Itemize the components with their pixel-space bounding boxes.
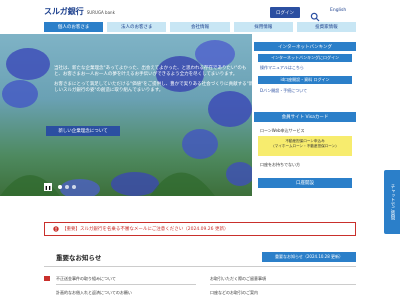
loan-line-2: (マイホームローン・不動産担保ローン) [273,144,337,148]
pause-icon[interactable]: ❚❚ [44,183,52,191]
loan-apply-button[interactable]: 不動産担保ローン申込み (マイホームローン・不動産担保ローン) [258,136,352,156]
news-item[interactable]: 不正送金事件の取り組みについて [56,276,116,282]
ib-header: インターネットバンキング [254,42,356,51]
hero-paragraph-1: 当社は、新たな企業理念"あってよかった、出会えてよかった、と思われる存在でありた… [54,66,247,77]
docs-link[interactable]: Dバン開設・手続について [260,88,307,94]
news-item[interactable]: 口座などのお取引のご案内 [210,290,258,296]
member-site-button[interactable]: 会員サイト Visaカード [254,112,356,122]
news-all-button[interactable]: 重要なお知らせ（2024.10.28 更新） [262,252,356,262]
tab-company[interactable]: 会社情報 [170,22,230,32]
search-icon[interactable] [310,7,320,22]
divider [210,284,356,285]
slide-dot[interactable] [58,185,62,189]
news-marker [44,276,50,281]
alert-text: 【重要】スルガ銀行を名乗る不審なメールにご注意ください（2024.09.26 更… [62,227,229,232]
id-login-button[interactable]: id口座開設・資料 ログイン [258,76,352,84]
news-item[interactable]: お取引いただく際のご留意事項 [210,276,266,282]
tab-personal[interactable]: 個人のお客さま [44,22,104,32]
chat-button[interactable]: チャットでご質問 [384,170,400,234]
news-title: 重要なお知らせ [56,254,102,262]
account-title: 口座をお持ちでない方 [260,162,300,167]
account-open-button[interactable]: 口座開設 [258,178,352,188]
hero-paragraph-2: お客さまにとって満足していただける"価値"をご提供し、豊かで実りある社会づくりに… [54,82,254,93]
news-item[interactable]: 計画的なお借入れと返済についてのお願い [56,290,132,296]
warning-icon [53,226,59,232]
tab-investor[interactable]: 投資家情報 [296,22,357,32]
philosophy-button[interactable]: 新しい企業理念について [46,126,120,136]
slide-dot[interactable] [65,185,69,189]
tab-corporate[interactable]: 法人のお客さま [107,22,167,32]
main-nav: 個人のお客さま 法人のお客さま 会社情報 採用情報 投資家情報 [44,22,357,32]
logo-en: SURUGA bank [86,10,115,15]
tab-recruit[interactable]: 採用情報 [233,22,293,32]
flower-illustration [0,40,252,196]
loan-title: ローンWeb申込サービス [260,128,305,133]
ib-login-button[interactable]: インターネットバンキングにログイン [258,54,352,62]
divider [44,266,356,267]
logo[interactable]: スルガ銀行 SURUGA bank [44,6,115,17]
login-panel: インターネットバンキング インターネットバンキングにログイン 操作マニュアルはこ… [254,42,356,196]
login-button[interactable]: ログイン [270,7,300,18]
slide-dot[interactable] [72,185,76,189]
hero-image [0,34,252,196]
manual-link[interactable]: 操作マニュアルはこちら [260,65,304,71]
alert-banner[interactable]: 【重要】スルガ銀行を名乗る不審なメールにご注意ください（2024.09.26 更… [44,222,356,236]
divider [56,284,196,285]
hero-message: 当社は、新たな企業理念"あってよかった、出会えてよかった、と思われる存在でありた… [54,66,254,98]
logo-jp: スルガ銀行 [44,7,84,16]
english-link[interactable]: English [330,8,346,13]
